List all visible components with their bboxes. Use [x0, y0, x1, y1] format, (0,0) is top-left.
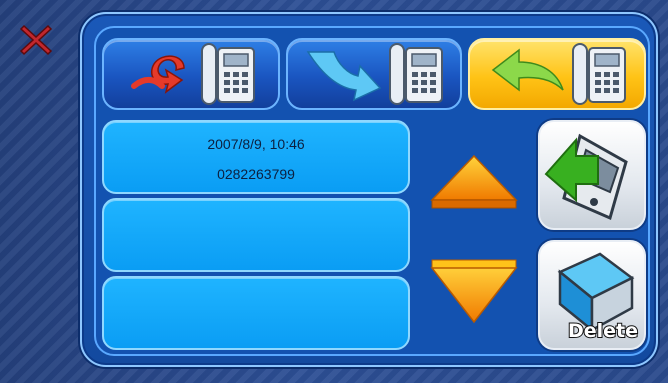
- entry-datetime: 2007/8/9, 10:46: [207, 136, 305, 152]
- call-log-entry[interactable]: [102, 198, 410, 272]
- missed-call-icon: [131, 55, 185, 94]
- phone-icon: [201, 43, 255, 105]
- close-button[interactable]: [18, 22, 54, 58]
- received-call-icon: [306, 51, 382, 102]
- tab-dialed-calls[interactable]: [468, 38, 646, 110]
- tab-received-calls[interactable]: [286, 38, 462, 110]
- delete-button[interactable]: Delete: [538, 240, 646, 350]
- scroll-down-button[interactable]: [428, 256, 520, 326]
- scroll-up-button[interactable]: [428, 152, 520, 212]
- call-back-phone-icon: [544, 133, 628, 221]
- entry-number: 0282263799: [217, 166, 295, 182]
- tab-missed-calls[interactable]: [102, 38, 280, 110]
- close-icon: [19, 24, 53, 56]
- call-log-entry[interactable]: [102, 276, 410, 350]
- arrow-down-icon: [430, 259, 518, 324]
- arrow-up-icon: [430, 154, 518, 209]
- dialed-call-icon: [491, 48, 564, 92]
- call-log-entry[interactable]: 2007/8/9, 10:46 0282263799: [102, 120, 410, 194]
- phone-icon: [389, 43, 443, 105]
- delete-label: Delete: [567, 319, 639, 343]
- phone-icon: [572, 43, 626, 105]
- call-back-button[interactable]: [538, 120, 646, 230]
